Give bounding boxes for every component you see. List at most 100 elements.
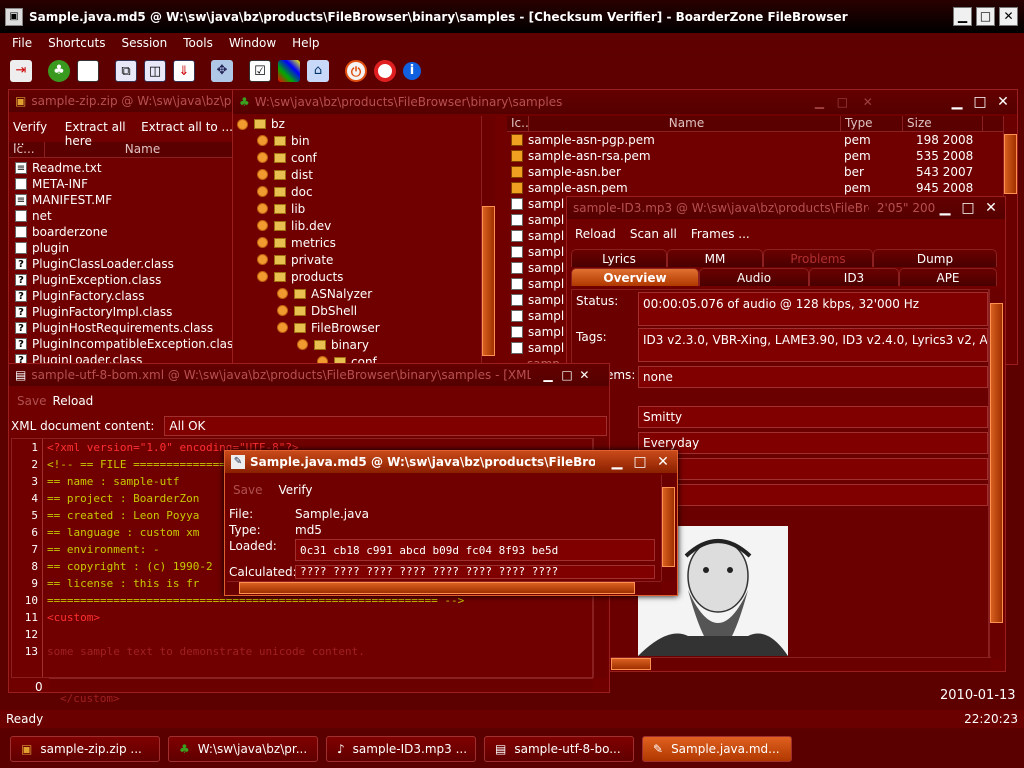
expand-node-icon[interactable]: [257, 186, 268, 197]
zip-panel-title[interactable]: ▣ sample-zip.zip @ W:\sw\java\bz\p...: [9, 90, 237, 112]
tree-node[interactable]: dist: [237, 166, 481, 183]
list-item[interactable]: ? PluginIncompatibleException.class: [15, 336, 240, 352]
tab-mm[interactable]: MM: [667, 249, 763, 267]
col-type[interactable]: Type: [841, 116, 903, 131]
col-icon[interactable]: Ic...: [507, 116, 529, 131]
tab-overview[interactable]: Overview: [571, 268, 699, 286]
list-item[interactable]: boarderzone: [15, 224, 237, 240]
list-item[interactable]: ? PluginFactory.class: [15, 288, 237, 304]
tree-node[interactable]: bin: [237, 132, 481, 149]
list-item[interactable]: ≡ Readme.txt: [15, 160, 237, 176]
expand-node-icon[interactable]: [237, 118, 248, 130]
tree-node[interactable]: private: [237, 251, 481, 268]
table-row[interactable]: sample-asn.pem pem 945 2008: [507, 180, 1007, 196]
tree-scroll-thumb[interactable]: [482, 206, 495, 356]
list-item[interactable]: net: [15, 208, 237, 224]
xml-h-scrollbar[interactable]: [49, 678, 593, 691]
expand-node-icon[interactable]: [257, 271, 268, 282]
browser-maximize-button[interactable]: □: [971, 94, 989, 110]
expand-node-icon[interactable]: [257, 135, 268, 146]
task-mp3[interactable]: ♪ sample-ID3.mp3 ...: [326, 736, 476, 762]
close-button[interactable]: ✕: [999, 7, 1018, 26]
download-icon[interactable]: ⇓: [173, 60, 195, 82]
maximize-button[interactable]: □: [976, 7, 995, 26]
expand-node-icon[interactable]: [257, 237, 268, 248]
xml-panel-title[interactable]: ▤ sample-utf-8-bom.xml @ W:\sw\java\bz\p…: [9, 364, 609, 386]
tree-scrollbar[interactable]: [481, 116, 495, 364]
tab-ape[interactable]: APE: [899, 268, 997, 286]
expand-node-icon[interactable]: [257, 169, 268, 180]
col-size[interactable]: Size: [903, 116, 983, 131]
expand-node-icon[interactable]: [257, 254, 268, 265]
table-row[interactable]: sample-asn.ber ber 543 2007: [507, 164, 1007, 180]
task-zip[interactable]: ▣ sample-zip.zip ...: [10, 736, 160, 762]
color-grid-icon[interactable]: [278, 60, 300, 82]
checklist-icon[interactable]: ☑: [249, 60, 271, 82]
list-item[interactable]: plugin: [15, 240, 237, 256]
tree-node[interactable]: ASNalyzer: [237, 285, 481, 302]
expand-node-icon[interactable]: [257, 203, 268, 214]
md5-panel-title[interactable]: ✎ Sample.java.md5 @ W:\sw\java\bz\produc…: [225, 451, 677, 473]
network-icon[interactable]: ✥: [211, 60, 233, 82]
expand-node-icon[interactable]: [257, 220, 268, 231]
frames-button[interactable]: Frames ...: [691, 227, 750, 249]
menu-tools[interactable]: Tools: [183, 36, 213, 50]
tree-icon[interactable]: ♣: [48, 60, 70, 82]
extract-to-button[interactable]: Extract all to ...: [141, 120, 233, 138]
browser-close-button[interactable]: ✕: [994, 94, 1012, 110]
expand-node-icon[interactable]: [257, 152, 268, 163]
menu-session[interactable]: Session: [121, 36, 167, 50]
info-icon[interactable]: i: [403, 62, 421, 80]
verify-button[interactable]: Verify: [278, 483, 312, 505]
tree-node[interactable]: bz: [237, 116, 481, 132]
col-name[interactable]: Name: [529, 116, 841, 131]
tab-id3[interactable]: ID3: [809, 268, 899, 286]
expand-node-icon[interactable]: [277, 322, 288, 333]
inner-minimize-button[interactable]: ▁: [815, 95, 833, 109]
tree-node[interactable]: lib: [237, 200, 481, 217]
overview-scroll-thumb[interactable]: [990, 303, 1003, 623]
task-md5[interactable]: ✎ Sample.java.md...: [642, 736, 792, 762]
reload-button[interactable]: Reload: [52, 394, 93, 416]
xml-minimize-button[interactable]: ▁: [543, 368, 561, 382]
mp3-close-button[interactable]: ✕: [982, 200, 1000, 216]
tree-node[interactable]: conf: [237, 149, 481, 166]
expand-node-icon[interactable]: [297, 339, 308, 350]
menu-file[interactable]: File: [12, 36, 32, 50]
inner-close-button[interactable]: ✕: [863, 95, 881, 109]
tile-icon[interactable]: ◫: [144, 60, 166, 82]
minimize-button[interactable]: ▁: [953, 7, 972, 26]
mp3-maximize-button[interactable]: □: [959, 200, 977, 216]
save-button[interactable]: Save: [17, 394, 46, 416]
tab-dump[interactable]: Dump: [873, 249, 997, 267]
md5-maximize-button[interactable]: □: [631, 454, 649, 470]
list-item[interactable]: ? PluginClassLoader.class: [15, 256, 237, 272]
md5-close-button[interactable]: ✕: [654, 454, 672, 470]
tree-node[interactable]: products: [237, 268, 481, 285]
mp3-h-scroll-thumb[interactable]: [611, 658, 651, 670]
md5-h-scrollbar[interactable]: [227, 581, 661, 594]
window-icon[interactable]: [77, 60, 99, 82]
reload-button[interactable]: Reload: [575, 227, 616, 249]
mp3-minimize-button[interactable]: ▁: [936, 200, 954, 216]
tree-node[interactable]: DbShell: [237, 302, 481, 319]
expand-node-icon[interactable]: [277, 288, 288, 299]
tree-node[interactable]: FileBrowser: [237, 319, 481, 336]
tree-node[interactable]: metrics: [237, 234, 481, 251]
list-item[interactable]: META-INF: [15, 176, 237, 192]
md5-v-scrollbar[interactable]: [661, 475, 675, 581]
table-row[interactable]: sample-asn-rsa.pem pem 535 2008: [507, 148, 1007, 164]
cascade-icon[interactable]: ⧉: [115, 60, 137, 82]
task-xml[interactable]: ▤ sample-utf-8-bo...: [484, 736, 634, 762]
home-icon[interactable]: ⌂: [307, 60, 329, 82]
col-name[interactable]: Name: [45, 142, 237, 157]
list-item[interactable]: ≡ MANIFEST.MF: [15, 192, 237, 208]
stop-icon[interactable]: ⏻: [345, 60, 367, 82]
list-item[interactable]: ? PluginFactoryImpl.class: [15, 304, 237, 320]
md5-v-scroll-thumb[interactable]: [662, 487, 675, 567]
app-icon[interactable]: ▣: [5, 7, 23, 26]
tree-node[interactable]: doc: [237, 183, 481, 200]
tab-problems[interactable]: Problems: [763, 249, 873, 267]
mp3-panel-title[interactable]: sample-ID3.mp3 @ W:\sw\java\bz\products\…: [567, 197, 1005, 219]
inner-maximize-button[interactable]: □: [837, 95, 855, 109]
